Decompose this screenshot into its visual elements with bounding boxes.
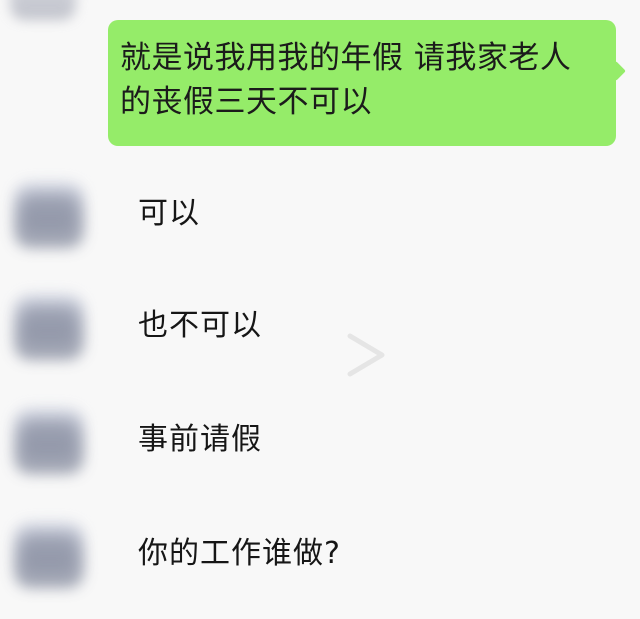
avatar-shade <box>20 420 78 460</box>
avatar-shade <box>20 534 78 574</box>
received-message-text[interactable]: 你的工作谁做? <box>138 534 341 574</box>
avatar-shade <box>20 306 78 346</box>
received-message-text[interactable]: 事前请假 <box>138 420 262 460</box>
avatar-shade <box>20 194 78 234</box>
received-message-row: 你的工作谁做? <box>0 500 640 610</box>
received-message-row: 可以 <box>0 160 640 270</box>
chat-area: 就是说我用我的年假 请我家老人的丧假三天不可以 可以 也不可以 事前请假 你的工… <box>0 0 640 619</box>
sent-message-text: 就是说我用我的年假 请我家老人的丧假三天不可以 <box>120 40 572 120</box>
avatar[interactable] <box>10 0 76 20</box>
received-message-row: 也不可以 <box>0 272 640 382</box>
sent-message-bubble[interactable]: 就是说我用我的年假 请我家老人的丧假三天不可以 <box>108 20 616 146</box>
play-icon[interactable] <box>344 330 388 380</box>
received-message-text[interactable]: 也不可以 <box>138 306 262 346</box>
received-message-text[interactable]: 可以 <box>138 194 200 234</box>
received-message-row: 事前请假 <box>0 386 640 496</box>
